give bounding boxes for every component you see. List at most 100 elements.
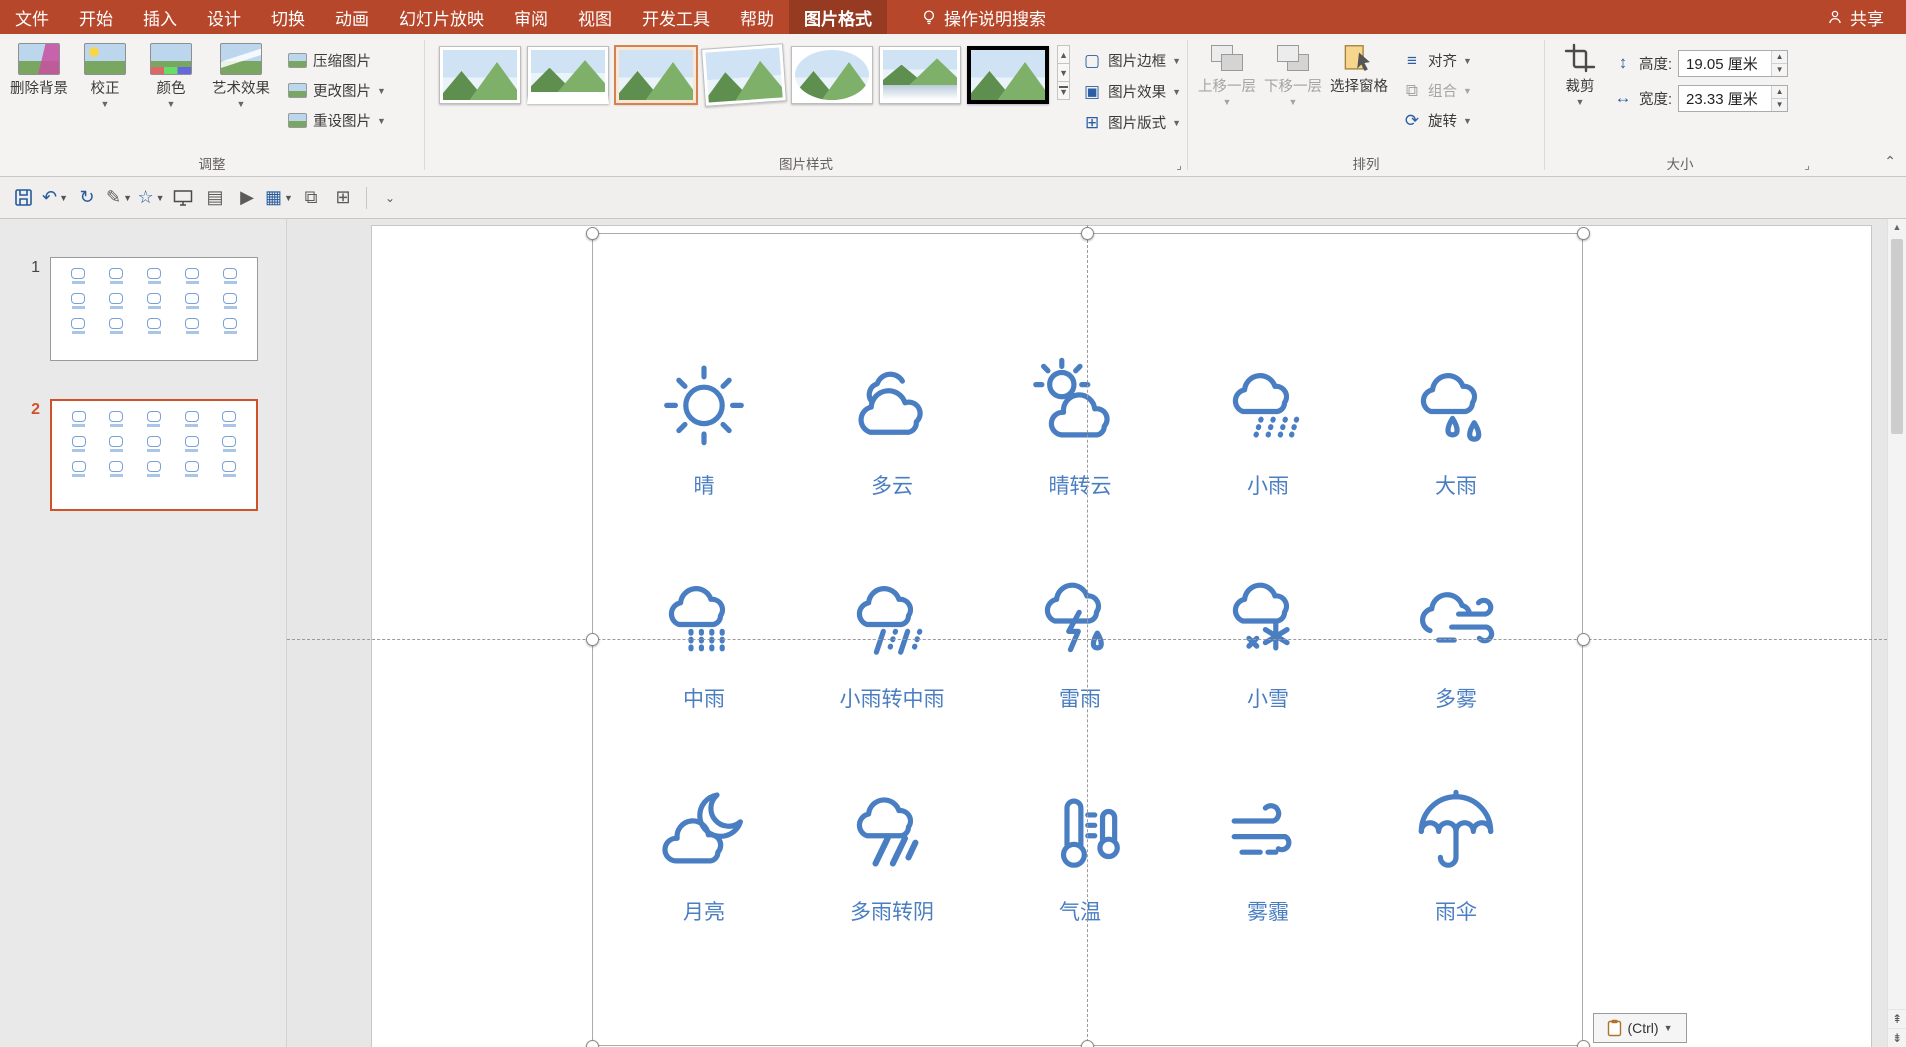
style-preview (443, 50, 517, 100)
vertical-scrollbar[interactable]: ▲ ⇞ ⇟ (1887, 219, 1906, 1047)
chevron-down-icon: ▼ (1172, 56, 1181, 66)
group-objects-icon: ⧉ (1402, 81, 1422, 101)
tab-view[interactable]: 视图 (563, 0, 627, 34)
color-label: 颜色 (157, 80, 186, 98)
save-button[interactable] (8, 182, 38, 214)
send-backward-button[interactable]: 下移一层 ▼ (1260, 38, 1326, 108)
tab-transitions[interactable]: 切换 (256, 0, 320, 34)
tab-help[interactable]: 帮助 (725, 0, 789, 34)
picture-style-simple-frame[interactable] (439, 46, 521, 104)
selection-handle-top-right[interactable] (1577, 227, 1590, 240)
slide-2-thumbnail[interactable] (50, 399, 258, 511)
picture-style-rotated[interactable] (701, 43, 787, 107)
height-spinner[interactable]: ▲▼ (1771, 51, 1787, 76)
group-arrange: 上移一层 ▼ 下移一层 ▼ 选择窗格 ≡ 对齐 ▼ ⧉ 组合 (1188, 34, 1544, 176)
picture-selection[interactable] (592, 233, 1583, 1046)
bring-forward-label: 上移一层 (1198, 78, 1256, 96)
slideshow-from-current-button[interactable]: ▶ (232, 182, 262, 214)
customize-qat-button[interactable]: ⌄ (375, 182, 405, 214)
tab-slideshow[interactable]: 幻灯片放映 (384, 0, 499, 34)
tell-me-search[interactable]: 操作说明搜索 (907, 0, 1060, 34)
arrange-objects-button[interactable]: ⧉ (296, 182, 326, 214)
picture-layout-label: 图片版式 (1108, 112, 1166, 133)
play-icon: ▶ (240, 187, 254, 208)
picture-effects-button[interactable]: ▣ 图片效果 ▼ (1082, 79, 1181, 104)
share-button[interactable]: 共享 (1805, 0, 1906, 34)
tell-me-label: 操作说明搜索 (944, 5, 1046, 30)
collapse-ribbon-button[interactable]: ⌃ (1884, 153, 1896, 170)
grid-settings-button[interactable]: ⊞ (328, 182, 358, 214)
next-slide-button[interactable]: ⇟ (1888, 1028, 1906, 1047)
selection-pane-button[interactable]: 选择窗格 (1326, 38, 1392, 96)
remove-background-button[interactable]: 删除背景 (6, 38, 72, 98)
change-picture-button[interactable]: 更改图片 ▼ (288, 78, 386, 103)
selection-handle-bottom-right[interactable] (1577, 1040, 1590, 1047)
spin-up-icon[interactable]: ▲ (1771, 51, 1787, 63)
selection-handle-top-left[interactable] (586, 227, 599, 240)
slide-1-preview (63, 268, 245, 334)
picture-layout-button[interactable]: ⊞ 图片版式 ▼ (1082, 110, 1181, 135)
spin-down-icon[interactable]: ▼ (1771, 63, 1787, 76)
change-picture-icon (288, 83, 307, 98)
selection-handle-mid-right[interactable] (1577, 633, 1590, 646)
chevron-down-icon: ▼ (1289, 97, 1298, 108)
paste-options-button[interactable]: (Ctrl) ▼ (1593, 1013, 1687, 1043)
width-spinner[interactable]: ▲▼ (1771, 86, 1787, 111)
undo-button[interactable]: ↶▼ (40, 182, 70, 214)
chevron-down-icon: ▼ (1172, 118, 1181, 128)
scrollbar-thumb[interactable] (1891, 239, 1903, 434)
picture-styles-group-label: 图片样式 (425, 153, 1187, 173)
redo-button[interactable]: ↻ (72, 182, 102, 214)
gallery-scroll-down-button[interactable]: ▼ (1057, 63, 1070, 82)
rotate-button[interactable]: ⟳ 旋转 ▼ (1402, 108, 1472, 133)
insert-picture-button[interactable]: ▦▼ (264, 182, 294, 214)
picture-style-black-frame[interactable] (967, 46, 1049, 104)
start-slideshow-button[interactable] (168, 182, 198, 214)
gallery-scroll-up-button[interactable]: ▲ (1057, 45, 1070, 64)
selection-handle-bottom-left[interactable] (586, 1040, 599, 1047)
size-dialog-launcher[interactable]: ⌟ (1804, 158, 1810, 172)
width-icon: ↔ (1613, 88, 1633, 108)
picture-border-button[interactable]: ▢ 图片边框 ▼ (1082, 48, 1181, 73)
tab-animations[interactable]: 动画 (320, 0, 384, 34)
color-button[interactable]: 颜色 ▼ (138, 38, 204, 110)
artistic-effects-button[interactable]: 艺术效果 ▼ (204, 38, 278, 110)
selection-handle-top-center[interactable] (1081, 227, 1094, 240)
slide-thumbnail-panel[interactable]: 1 2 (0, 219, 287, 1047)
spin-up-icon[interactable]: ▲ (1771, 86, 1787, 98)
favorites-button[interactable]: ☆▼ (136, 182, 166, 214)
picture-styles-dialog-launcher[interactable]: ⌟ (1176, 158, 1182, 172)
compress-pictures-button[interactable]: 压缩图片 (288, 48, 386, 73)
scroll-up-icon[interactable]: ▲ (1888, 219, 1906, 236)
tab-picture-format[interactable]: 图片格式 (789, 0, 887, 34)
picture-style-soft-oval[interactable] (791, 46, 873, 104)
tab-review[interactable]: 审阅 (499, 0, 563, 34)
tab-insert[interactable]: 插入 (128, 0, 192, 34)
layers-icon: ⧉ (305, 187, 318, 208)
draw-shape-button[interactable]: ✎▼ (104, 182, 134, 214)
edit-page-button[interactable]: ▤ (200, 182, 230, 214)
crop-button[interactable]: 裁剪 ▼ (1551, 38, 1609, 108)
picture-style-reflection[interactable] (879, 46, 961, 104)
spin-down-icon[interactable]: ▼ (1771, 98, 1787, 111)
style-preview (531, 50, 605, 92)
tab-home[interactable]: 开始 (64, 0, 128, 34)
reset-picture-label: 重设图片 (313, 110, 371, 131)
selection-handle-mid-left[interactable] (586, 633, 599, 646)
picture-style-white-frame[interactable] (527, 46, 609, 104)
corrections-button[interactable]: 校正 ▼ (72, 38, 138, 110)
previous-slide-button[interactable]: ⇞ (1888, 1009, 1906, 1028)
tab-developer[interactable]: 开发工具 (627, 0, 725, 34)
picture-style-selected[interactable] (615, 46, 697, 104)
slide-1-thumbnail[interactable] (50, 257, 258, 361)
selection-handle-bottom-center[interactable] (1081, 1040, 1094, 1047)
align-button[interactable]: ≡ 对齐 ▼ (1402, 48, 1472, 73)
tab-design[interactable]: 设计 (192, 0, 256, 34)
tab-file[interactable]: 文件 (0, 0, 64, 34)
group-objects-button[interactable]: ⧉ 组合 ▼ (1402, 78, 1472, 103)
gallery-more-button[interactable]: ▼ (1057, 81, 1070, 100)
align-label: 对齐 (1428, 50, 1457, 71)
chevron-down-icon: ⌄ (385, 191, 395, 205)
reset-picture-button[interactable]: 重设图片 ▼ (288, 108, 386, 133)
bring-forward-button[interactable]: 上移一层 ▼ (1194, 38, 1260, 108)
